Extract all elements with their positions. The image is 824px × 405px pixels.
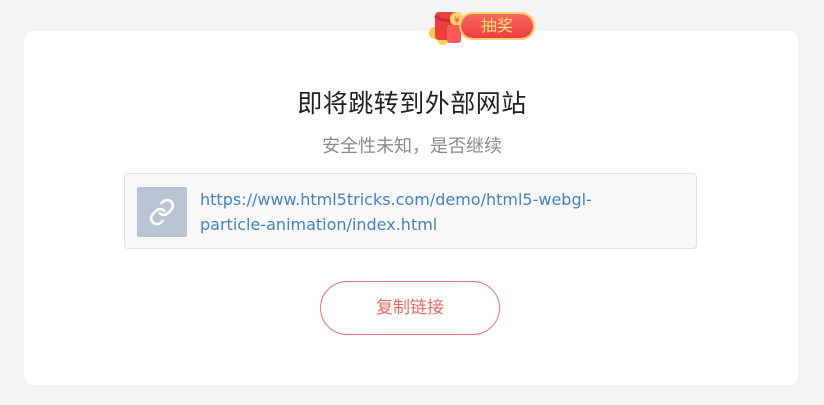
lottery-label: 抽奖 bbox=[480, 16, 513, 35]
link-icon bbox=[137, 187, 187, 237]
external-link-url[interactable]: https://www.html5tricks.com/demo/html5-w… bbox=[200, 187, 655, 237]
external-link-box: https://www.html5tricks.com/demo/html5-w… bbox=[124, 173, 697, 249]
page-title: 即将跳转到外部网站 bbox=[297, 89, 527, 118]
page-subtitle: 安全性未知，是否继续 bbox=[322, 136, 502, 157]
copy-link-button[interactable]: 复制链接 bbox=[320, 281, 500, 335]
lottery-badge[interactable]: ¥ 抽奖 bbox=[423, 5, 543, 51]
lottery-pill: 抽奖 bbox=[459, 12, 535, 40]
